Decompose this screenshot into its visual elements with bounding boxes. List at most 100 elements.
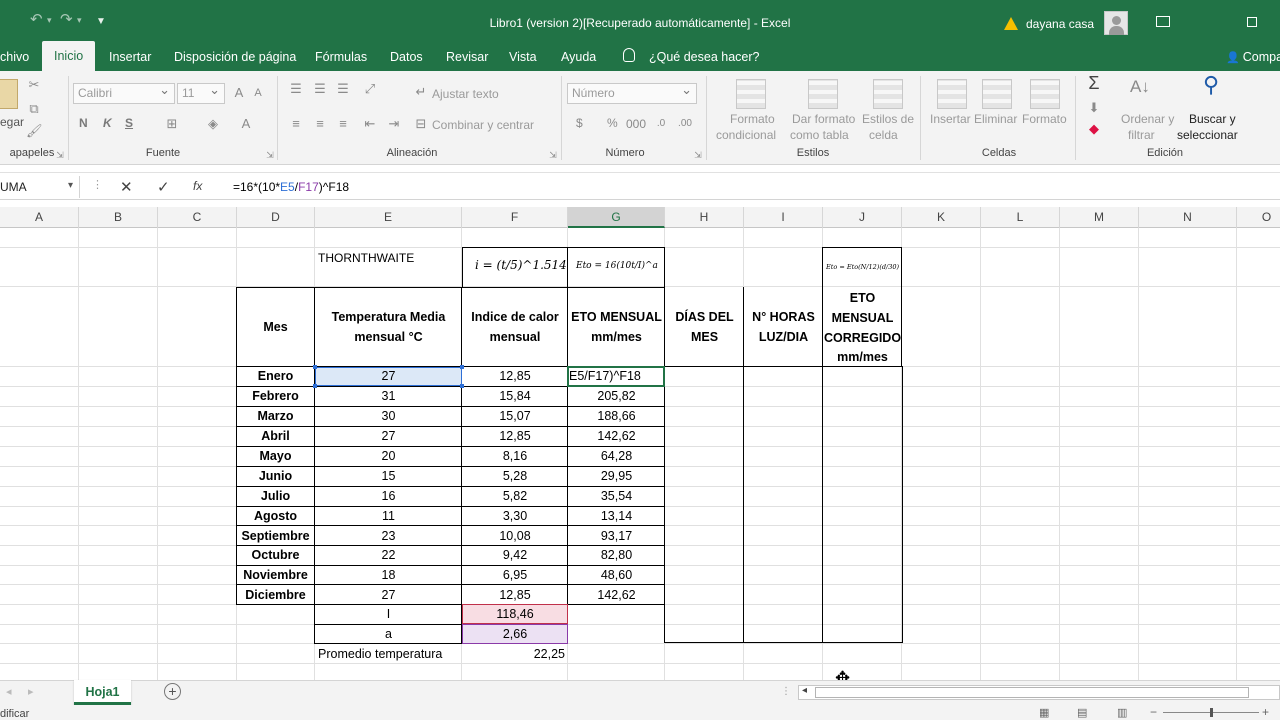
cell-styles-label-2[interactable]: celda — [869, 128, 898, 142]
clear-icon[interactable]: ◆ — [1086, 121, 1102, 137]
page-break-view-icon[interactable]: ▥ — [1117, 706, 1127, 719]
tab-inicio[interactable]: Inicio — [42, 41, 96, 71]
font-size-dropdown[interactable]: 11 — [177, 82, 225, 104]
scroll-right-icon[interactable]: ▸ — [28, 685, 34, 698]
find-select-label-1[interactable]: Buscar y — [1189, 112, 1236, 126]
conditional-format-label-2[interactable]: condicional — [716, 128, 776, 142]
align-middle-icon[interactable]: ☰ — [312, 81, 328, 97]
format-as-table-label-1[interactable]: Dar formato — [792, 112, 855, 126]
tab-ayuda[interactable]: Ayuda — [561, 50, 596, 64]
paste-label[interactable]: egar — [0, 115, 24, 129]
column-header-n[interactable]: N — [1139, 207, 1237, 228]
page-layout-view-icon[interactable]: ▤ — [1077, 706, 1087, 719]
tab-datos[interactable]: Datos — [390, 50, 423, 64]
zoom-out-icon[interactable]: − — [1150, 705, 1157, 719]
column-header-f[interactable]: F — [462, 207, 568, 228]
column-header-m[interactable]: M — [1060, 207, 1139, 228]
avatar[interactable] — [1104, 11, 1128, 35]
cell-styles-icon[interactable] — [873, 79, 903, 109]
format-cells-icon[interactable] — [1030, 79, 1060, 109]
wrap-text-icon[interactable]: ↵ — [413, 84, 429, 100]
sheet-tab-hoja1[interactable]: Hoja1 — [74, 680, 131, 705]
cancel-icon[interactable]: ✕ — [120, 178, 133, 196]
align-left-icon[interactable]: ≡ — [288, 116, 304, 132]
worksheet-grid[interactable]: THORNTHWAITE i = (t/5)^1.514 Eto = 16(10… — [0, 228, 1280, 680]
share-button[interactable]: 👤 Compa — [1226, 50, 1280, 64]
column-header-k[interactable]: K — [902, 207, 981, 228]
column-header-o[interactable]: O — [1237, 207, 1280, 228]
tab-splitter-icon[interactable]: ⋮ — [781, 686, 791, 697]
orientation-icon[interactable]: ⤢ — [362, 81, 378, 97]
column-header-c[interactable]: C — [158, 207, 237, 228]
tab-insertar[interactable]: Insertar — [109, 50, 151, 64]
percent-button[interactable]: % — [607, 116, 618, 130]
column-header-g[interactable]: G — [568, 207, 665, 228]
thousands-button[interactable]: 000 — [626, 117, 646, 131]
align-bottom-icon[interactable]: ☰ — [335, 81, 351, 97]
insert-function-icon[interactable]: fx — [193, 179, 202, 193]
align-center-icon[interactable]: ≡ — [312, 116, 328, 132]
name-box[interactable]: UMA — [0, 176, 80, 198]
normal-view-icon[interactable]: ▦ — [1039, 706, 1049, 719]
fill-icon[interactable]: ⬇ — [1086, 100, 1102, 116]
column-header-d[interactable]: D — [237, 207, 315, 228]
font-name-dropdown[interactable]: Calibri — [73, 82, 175, 104]
delete-cells-icon[interactable] — [982, 79, 1012, 109]
cut-icon[interactable]: ✂ — [26, 77, 42, 93]
find-select-icon[interactable]: ⚲ — [1198, 74, 1224, 103]
tab-vista[interactable]: Vista — [509, 50, 537, 64]
tab-revisar[interactable]: Revisar — [446, 50, 488, 64]
decrease-indent-icon[interactable]: ⇤ — [362, 116, 378, 132]
user-account[interactable]: dayana casa — [1004, 15, 1094, 31]
horizontal-scrollbar[interactable]: ◂ — [798, 685, 1280, 700]
decrease-font-icon[interactable]: A — [250, 85, 266, 101]
zoom-in-icon[interactable]: + — [1262, 705, 1269, 719]
align-top-icon[interactable]: ☰ — [288, 81, 304, 97]
column-header-l[interactable]: L — [981, 207, 1060, 228]
ribbon-display-options-icon[interactable] — [1156, 16, 1170, 27]
number-format-dropdown[interactable]: Número — [567, 82, 697, 104]
column-header-b[interactable]: B — [79, 207, 158, 228]
scroll-left-icon[interactable]: ◂ — [6, 685, 12, 698]
underline-button[interactable]: S — [125, 116, 133, 130]
find-select-label-2[interactable]: seleccionar — [1177, 128, 1238, 142]
font-launcher-icon[interactable]: ⇲ — [262, 147, 278, 163]
cell-styles-label-1[interactable]: Estilos de — [862, 112, 914, 126]
column-header-j[interactable]: J — [823, 207, 902, 228]
conditional-format-label-1[interactable]: Formato — [730, 112, 775, 126]
format-as-table-label-2[interactable]: como tabla — [790, 128, 849, 142]
column-header-e[interactable]: E — [315, 207, 462, 228]
number-launcher-icon[interactable]: ⇲ — [690, 147, 706, 163]
font-color-icon[interactable]: A — [238, 116, 254, 132]
paste-icon[interactable] — [0, 79, 18, 109]
increase-indent-icon[interactable]: ⇥ — [386, 116, 402, 132]
insert-cells-icon[interactable] — [937, 79, 967, 109]
copy-icon[interactable]: ⧉ — [26, 101, 42, 117]
borders-icon[interactable]: ⊞ — [164, 116, 180, 132]
sort-filter-label-1[interactable]: Ordenar y — [1121, 112, 1174, 126]
clipboard-launcher-icon[interactable]: ⇲ — [52, 147, 68, 163]
italic-button[interactable]: K — [103, 116, 112, 130]
scrollbar-thumb[interactable] — [815, 687, 1249, 698]
increase-decimal-icon[interactable]: .0 — [653, 116, 669, 132]
bold-button[interactable]: N — [79, 116, 88, 130]
currency-button[interactable]: $ — [576, 116, 583, 130]
formula-input[interactable]: =16*(10*E5/F17)^F18 — [233, 180, 349, 194]
zoom-slider-thumb[interactable] — [1210, 708, 1213, 717]
format-painter-icon[interactable]: 🖌 — [26, 123, 43, 139]
column-header-h[interactable]: H — [665, 207, 744, 228]
format-cells-button[interactable]: Formato — [1022, 112, 1067, 126]
align-right-icon[interactable]: ≡ — [335, 116, 351, 132]
fill-color-icon[interactable]: ◈ — [205, 116, 221, 132]
tab-formulas[interactable]: Fórmulas — [315, 50, 367, 64]
conditional-format-icon[interactable] — [736, 79, 766, 109]
insert-cells-button[interactable]: Insertar — [930, 112, 971, 126]
wrap-text-button[interactable]: Ajustar texto — [432, 87, 499, 101]
tab-disposicion[interactable]: Disposición de página — [174, 50, 296, 64]
format-as-table-icon[interactable] — [808, 79, 838, 109]
column-header-a[interactable]: A — [0, 207, 79, 228]
merge-center-button[interactable]: Combinar y centrar — [432, 118, 534, 132]
decrease-decimal-icon[interactable]: .00 — [677, 116, 693, 132]
sort-filter-icon[interactable]: A↓ — [1130, 78, 1150, 95]
alignment-launcher-icon[interactable]: ⇲ — [545, 147, 561, 163]
